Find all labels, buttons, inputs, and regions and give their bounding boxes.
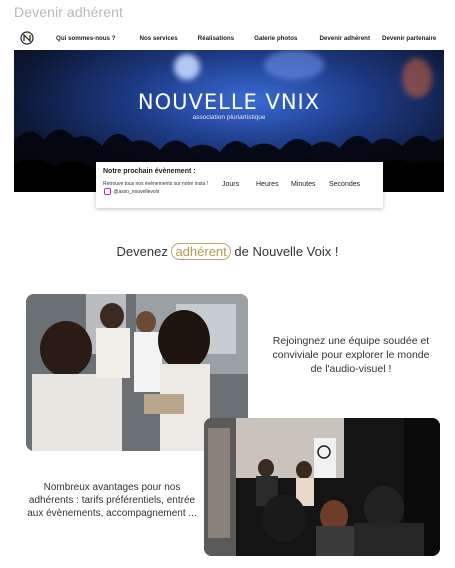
countdown-days: Jours xyxy=(222,181,240,188)
nav-nos-services[interactable]: Nos services xyxy=(139,35,177,42)
instagram-handle[interactable]: @asso_nouvellevoix xyxy=(113,189,159,195)
join-suffix: de Nouvelle Voix ! xyxy=(230,244,339,259)
brand-subtitle: association pluriartistique xyxy=(192,114,266,121)
brand-logo-text: NOUVELLE VNIX xyxy=(137,90,321,114)
event-desc-text: Retrouve tous nos évènements sur notre i… xyxy=(103,181,209,187)
stage-light xyxy=(174,54,200,80)
countdown-minutes: Minutes xyxy=(291,181,316,188)
event-description: Retrouve tous nos évènements sur notre i… xyxy=(103,181,213,196)
nav-realisations[interactable]: Réalisations xyxy=(198,35,234,42)
event-title: Notre prochain évènement : xyxy=(103,168,196,175)
join-prefix: Devenez xyxy=(116,244,172,259)
event-photo xyxy=(204,418,440,556)
team-text: Rejoingnez une équipe soudée et convivia… xyxy=(272,335,430,375)
nav-qui-sommes-nous[interactable]: Qui sommes-nous ? xyxy=(56,35,115,42)
page-title: Devenir adhérent xyxy=(14,4,123,20)
countdown-seconds: Secondes xyxy=(329,181,361,188)
stage-light xyxy=(264,50,324,80)
nav-galerie-photos[interactable]: Galerie photos xyxy=(254,35,297,42)
instagram-icon[interactable] xyxy=(104,188,111,195)
next-event-card: Notre prochain évènement : Retrouve tous… xyxy=(96,162,383,208)
logo-icon[interactable] xyxy=(20,31,34,45)
countdown-hours: Heures xyxy=(256,181,279,188)
nav-devenir-adherent[interactable]: Devenir adhérent xyxy=(319,35,370,42)
main-navbar: Qui sommes-nous ? Nos services Réalisati… xyxy=(14,28,444,48)
benefits-text: Nombreux avantages pour nos adhérents : … xyxy=(27,482,197,519)
nav-devenir-partenaire[interactable]: Devenir partenaire xyxy=(382,35,436,42)
join-highlight: adhérent xyxy=(171,243,231,260)
join-heading: Devenez adhérent de Nouvelle Voix ! xyxy=(0,243,455,260)
